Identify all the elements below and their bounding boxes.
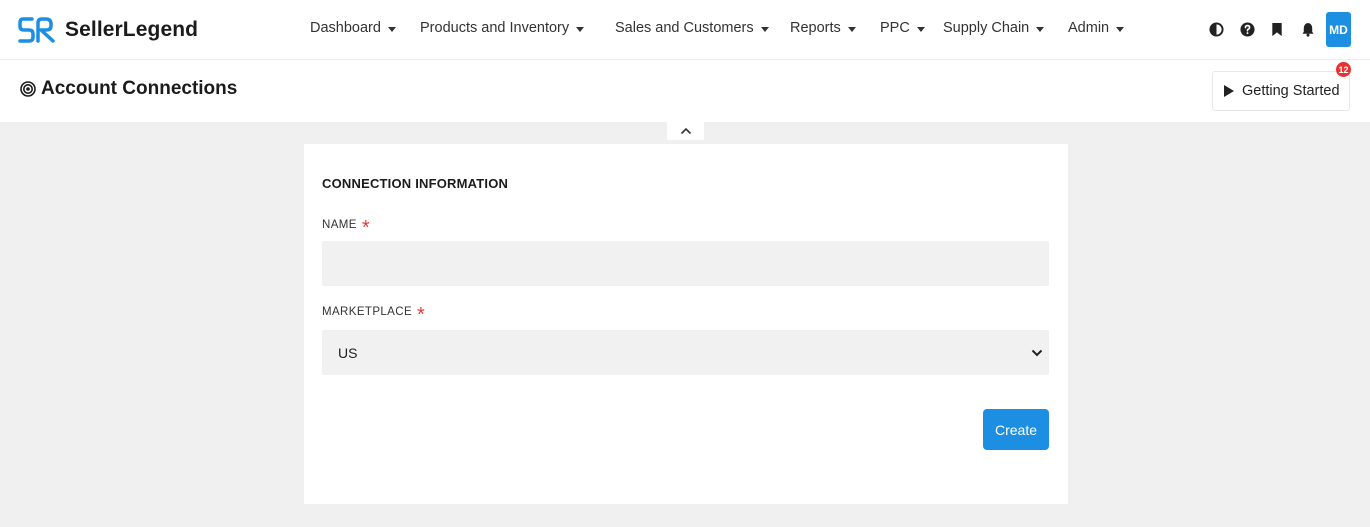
top-navbar: SellerLegend Dashboard Products and Inve… — [0, 0, 1370, 60]
section-title: CONNECTION INFORMATION — [322, 176, 509, 191]
marketplace-select[interactable]: US — [322, 330, 1049, 375]
nav-reports[interactable]: Reports — [790, 20, 856, 36]
nav-ppc[interactable]: PPC — [880, 20, 925, 36]
logo[interactable]: SellerLegend — [18, 15, 198, 45]
play-icon — [1224, 85, 1234, 97]
nav-admin[interactable]: Admin — [1068, 20, 1125, 36]
nav-dashboard[interactable]: Dashboard — [310, 20, 396, 36]
nav-label: Admin — [1068, 20, 1110, 36]
caret-down-icon — [847, 26, 856, 32]
name-label-text: NAME — [322, 219, 357, 231]
required-asterisk: * — [417, 304, 426, 326]
collapse-header-button[interactable] — [667, 122, 704, 140]
nav-label: Sales and Customers — [615, 20, 754, 36]
page-title: Account Connections — [20, 78, 237, 100]
user-avatar[interactable]: MD — [1326, 12, 1351, 47]
caret-down-icon — [1116, 26, 1125, 32]
nav-label: Supply Chain — [943, 20, 1030, 36]
contrast-icon[interactable] — [1207, 20, 1225, 38]
connection-form-card: CONNECTION INFORMATION NAME * MARKETPLAC… — [304, 144, 1068, 504]
nav-label: Reports — [790, 20, 841, 36]
bell-icon[interactable] — [1299, 20, 1317, 38]
caret-down-icon — [387, 26, 396, 32]
caret-down-icon — [760, 26, 769, 32]
getting-started-button[interactable]: Getting Started — [1212, 71, 1350, 111]
nav-label: Dashboard — [310, 20, 381, 36]
notification-badge: 12 — [1336, 62, 1351, 77]
target-icon — [20, 81, 36, 97]
page-header: Account Connections Getting Started — [0, 60, 1370, 122]
sellerlegend-logo-icon — [18, 17, 55, 43]
nav-supply-chain[interactable]: Supply Chain — [943, 20, 1045, 36]
chevron-down-icon — [1031, 349, 1043, 356]
chevron-up-icon — [680, 127, 691, 135]
getting-started-label: Getting Started — [1242, 83, 1340, 99]
required-asterisk: * — [361, 217, 371, 239]
caret-down-icon — [1036, 26, 1045, 32]
caret-down-icon — [916, 26, 925, 32]
nav-products-inventory[interactable]: Products and Inventory — [420, 20, 585, 36]
marketplace-label-text: MARKETPLACE — [322, 306, 413, 318]
marketplace-label: MARKETPLACE * — [322, 304, 426, 326]
page-title-text: Account Connections — [41, 78, 238, 99]
name-input[interactable] — [322, 241, 1049, 286]
nav-sales-customers[interactable]: Sales and Customers — [615, 20, 769, 36]
help-icon[interactable] — [1238, 20, 1256, 38]
create-button[interactable]: Create — [983, 409, 1049, 450]
marketplace-value: US — [338, 344, 358, 361]
name-label: NAME * — [322, 217, 371, 239]
bookmark-icon[interactable] — [1268, 20, 1286, 38]
caret-down-icon — [576, 26, 585, 32]
brand-name: SellerLegend — [65, 18, 199, 41]
nav-label: Products and Inventory — [420, 20, 570, 36]
nav-label: PPC — [880, 20, 910, 36]
